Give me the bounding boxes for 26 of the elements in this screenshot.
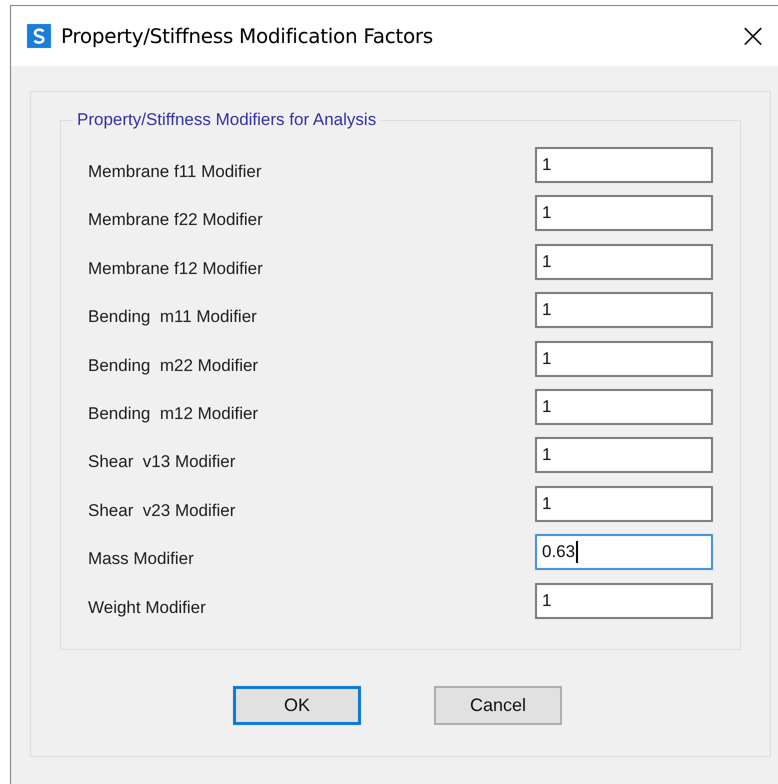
field-label: Mass Modifier — [88, 548, 195, 570]
app-logo-icon — [27, 24, 51, 48]
field-label: Weight Modifier — [88, 596, 207, 618]
field-label: Membrane f12 Modifier — [88, 258, 264, 279]
ok-button[interactable]: OK — [233, 686, 361, 725]
input-field[interactable]: 1 — [535, 388, 713, 425]
cancel-button[interactable]: Cancel — [434, 686, 562, 725]
field-label: Shear v23 Modifier — [88, 500, 236, 521]
input-field[interactable]: 1 — [535, 340, 713, 377]
input-field[interactable]: 1 — [535, 147, 713, 183]
field-label: Bending m22 Modifier — [88, 354, 260, 376]
field-label: Bending m12 Modifier — [88, 402, 260, 424]
field-label: Shear v13 Modifier — [88, 451, 236, 472]
field-label: Membrane f22 Modifier — [88, 209, 264, 230]
input-field[interactable]: 1 — [535, 486, 713, 522]
field-label: Bending m11 Modifier — [88, 306, 258, 328]
field-label: Membrane f11 Modifier — [88, 161, 263, 182]
input-field[interactable]: 1 — [535, 437, 713, 474]
input-field[interactable]: 1 — [535, 195, 713, 232]
input-field[interactable]: 1 — [535, 582, 713, 619]
input-field[interactable]: 1 — [535, 292, 713, 328]
window-title: Property/Stiffness Modification Factors — [61, 24, 434, 48]
input-field[interactable]: 0.63 — [535, 534, 713, 570]
group-title: Property/Stiffness Modifiers for Analysis — [73, 110, 380, 130]
input-field[interactable]: 1 — [535, 244, 713, 280]
close-button[interactable]: × — [728, 11, 778, 61]
